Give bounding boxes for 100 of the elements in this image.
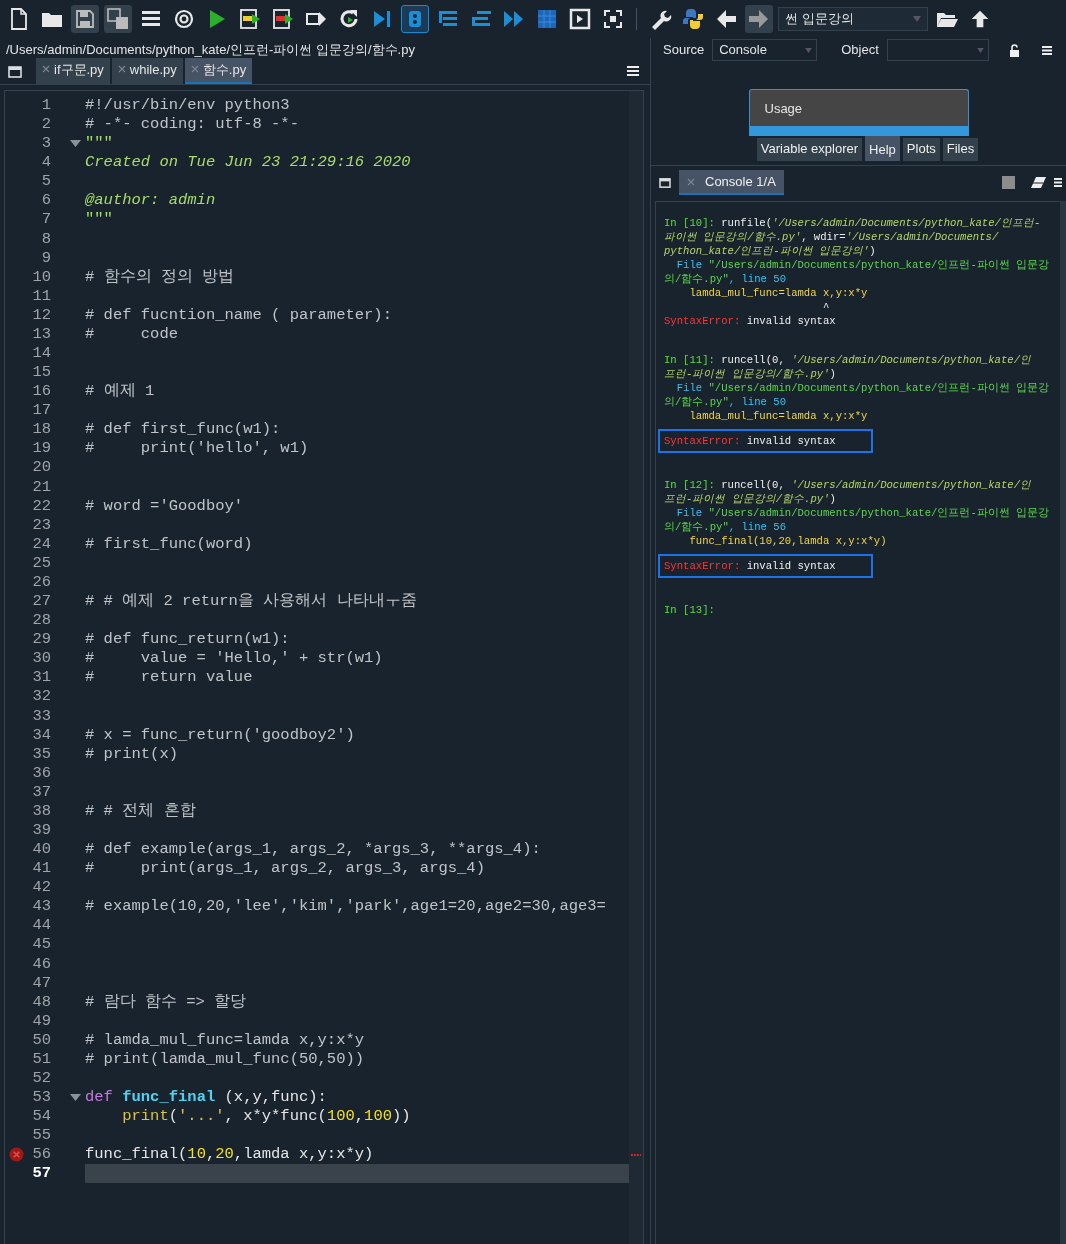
- pane-tab[interactable]: Help: [865, 136, 900, 161]
- code-line: # def first_func(w1):: [85, 420, 281, 439]
- code-line: # word ='Goodboy': [85, 496, 244, 515]
- line-number: 40: [31, 840, 51, 860]
- line-number: 41: [31, 859, 51, 879]
- run-cell-advance-icon[interactable]: [271, 7, 295, 31]
- line-number: 17: [31, 401, 51, 421]
- code-line: # # 전체 혼합: [85, 801, 196, 820]
- line-number: 11: [31, 286, 51, 306]
- window-icon[interactable]: [8, 66, 22, 78]
- code-line: # print('hello', w1): [85, 439, 309, 458]
- code-line: # 예제 1: [85, 382, 155, 401]
- run-cell-icon[interactable]: [238, 7, 262, 31]
- snake-icon[interactable]: [681, 7, 705, 31]
- line-number: 31: [31, 668, 51, 688]
- save-icon[interactable]: [73, 7, 97, 31]
- console-line: 프런-파이썬 입문강의/함수.py'): [664, 366, 837, 381]
- line-number: 49: [31, 1011, 51, 1031]
- code-line: @author: admin: [85, 191, 216, 210]
- line-number: 35: [31, 744, 51, 764]
- line-number: 46: [31, 954, 51, 974]
- line-number: 28: [31, 611, 51, 631]
- window-icon[interactable]: [659, 177, 671, 188]
- forward-arrow-icon[interactable]: [747, 7, 771, 31]
- console-line: lamda_mul_func=lamda x,y:x*y: [688, 285, 869, 300]
- code-line: # value = 'Hello,' + str(w1): [85, 649, 383, 668]
- unlock-icon[interactable]: [1008, 43, 1020, 57]
- caret-icon: [913, 16, 921, 22]
- source-label: Source: [663, 41, 705, 60]
- line-number: 23: [31, 515, 51, 535]
- code-line: # return value: [85, 668, 253, 687]
- directory-combobox[interactable]: 썬 입문강의: [778, 7, 928, 31]
- code-line: # print(args_1, args_2, args_3, args_4): [85, 859, 485, 878]
- code-line: """: [85, 134, 113, 153]
- maximize-pane-icon[interactable]: [568, 7, 592, 31]
- line-number: 39: [31, 820, 51, 841]
- fullscreen-icon[interactable]: [601, 7, 625, 31]
- close-icon[interactable]: [117, 65, 126, 74]
- line-number: 56: [31, 1145, 51, 1165]
- line-number: 8: [40, 229, 51, 249]
- console-line: 의/함수.py", line 50: [664, 394, 787, 409]
- code-line: def func_final (x,y,func):: [85, 1088, 327, 1107]
- code-line: # first_func(word): [85, 534, 253, 553]
- save-all-icon[interactable]: [106, 7, 130, 31]
- line-number: 13: [31, 324, 51, 345]
- fold-arrow-icon[interactable]: [70, 1094, 81, 1102]
- menu-icon[interactable]: [1054, 177, 1062, 188]
- line-number: 22: [31, 496, 51, 516]
- line-number: 36: [31, 763, 51, 783]
- line-number: 15: [31, 363, 51, 383]
- line-number: 6: [40, 191, 51, 211]
- code-line: # print(x): [85, 744, 178, 763]
- console-line: File "/Users/admin/Documents/python_kate/인프런-파이썬 입문강: [675, 380, 1051, 395]
- line-number: 19: [31, 439, 51, 459]
- line-number: 42: [31, 878, 51, 898]
- line-number: 34: [31, 725, 51, 745]
- line-number: 33: [31, 706, 51, 726]
- grid-icon[interactable]: [535, 7, 559, 31]
- line-number: 38: [31, 801, 51, 821]
- file-tab[interactable]: 함수.py: [184, 57, 253, 84]
- line-number: 54: [31, 1107, 51, 1127]
- error-mark: [631, 1152, 641, 1157]
- console-line: File "/Users/admin/Documents/python_kate/인프런-파이썬 입문강: [675, 257, 1051, 272]
- fold-arrow-icon[interactable]: [70, 140, 81, 148]
- line-number: 45: [31, 935, 51, 955]
- line-number: 47: [31, 973, 51, 993]
- menu-icon[interactable]: [626, 65, 640, 77]
- console-output[interactable]: [655, 200, 1066, 1244]
- console-line: func_final(10,20,lamda x,y:x*y): [688, 533, 888, 548]
- code-editor[interactable]: [4, 90, 644, 1244]
- caret-icon: [805, 47, 813, 53]
- file-tab[interactable]: while.py: [111, 57, 183, 84]
- console-line: In [11]: runcell(0, '/Users/admin/Documents/python_kate/인: [664, 352, 1033, 367]
- line-number: 57: [31, 1164, 51, 1184]
- console-line: 프런-파이썬 입문강의/함수.py'): [664, 491, 837, 506]
- console-line: In [12]: runcell(0, '/Users/admin/Documents/python_kate/인: [664, 477, 1033, 492]
- line-number: 37: [31, 782, 51, 802]
- line-number: 25: [31, 553, 51, 573]
- line-number: 4: [40, 153, 51, 173]
- line-number: 12: [31, 305, 51, 325]
- source-combobox[interactable]: Console: [712, 39, 818, 61]
- console-line: python_kate/인프런-파이썬 입문강의'): [664, 243, 877, 258]
- line-number: 55: [31, 1126, 51, 1146]
- line-number: 43: [31, 897, 51, 917]
- close-icon[interactable]: [42, 65, 50, 74]
- console-tab[interactable]: Console 1/A: [679, 169, 784, 196]
- code-line: # code: [85, 324, 178, 343]
- code-line: # def func_return(w1):: [85, 630, 290, 649]
- usage-panel: Usage: [748, 89, 969, 136]
- pane-tab[interactable]: Plots: [902, 138, 940, 161]
- eraser-icon[interactable]: [1031, 177, 1046, 188]
- code-line: print('...', x*y*func(100,100)): [121, 1107, 411, 1126]
- line-number: 44: [31, 916, 51, 936]
- file-tab[interactable]: if구문.py: [36, 57, 110, 84]
- code-line: func_final(10,20,lamda x,y:x*y): [85, 1145, 374, 1164]
- line-number: 53: [31, 1088, 51, 1108]
- pane-tab[interactable]: Variable explorer: [756, 138, 863, 161]
- menu-icon[interactable]: [1041, 44, 1052, 56]
- code-line: # def fucntion_name ( parameter):: [85, 305, 392, 324]
- pane-tab[interactable]: Files: [942, 138, 979, 161]
